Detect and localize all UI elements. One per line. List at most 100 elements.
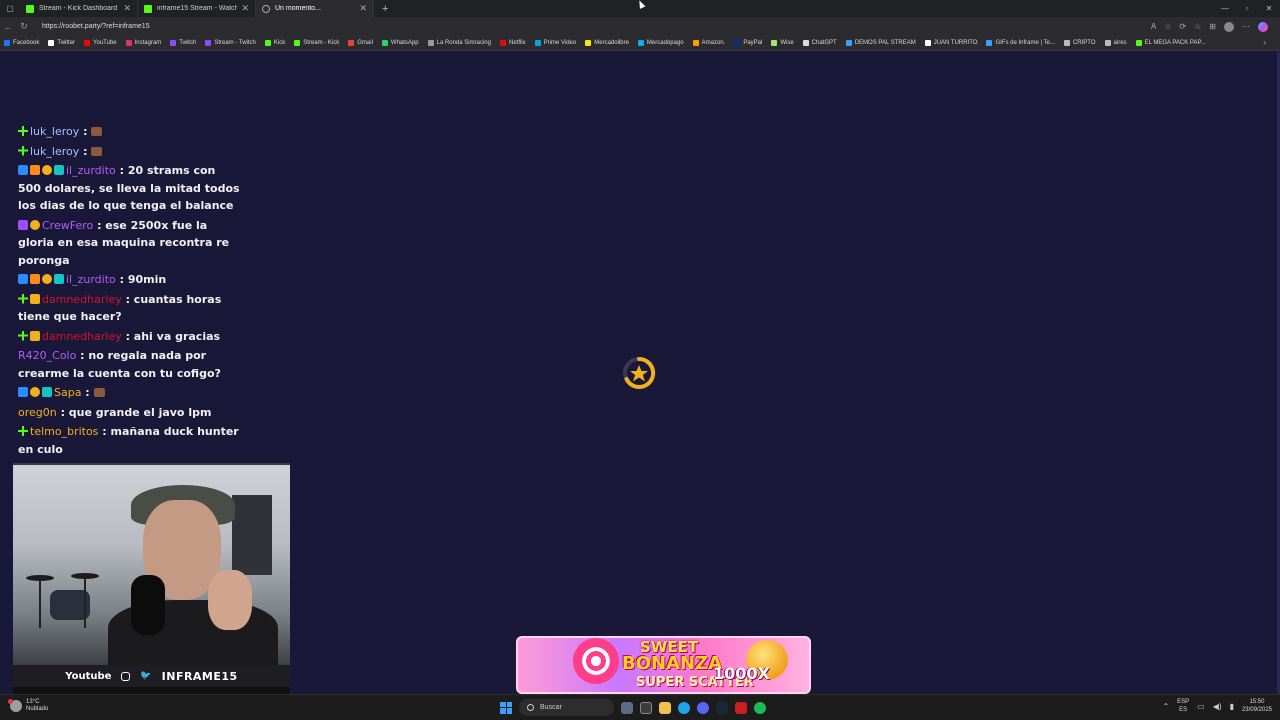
teal-badge-icon: [54, 165, 64, 175]
widgets-icon[interactable]: [621, 701, 633, 714]
bookmark-item[interactable]: Twitch: [170, 40, 196, 46]
bookmarks-overflow-icon[interactable]: ›: [1263, 38, 1266, 47]
language-indicator[interactable]: ESP ES: [1177, 698, 1189, 714]
read-aloud-icon[interactable]: A: [1151, 22, 1156, 31]
bookmark-item[interactable]: Stream - Kick: [294, 40, 339, 46]
bookmark-label: GIFs de Inframe | Te...: [995, 40, 1055, 46]
bookmark-item[interactable]: Netflix: [499, 40, 526, 46]
chat-message: il_zurdito : 20 strams con 500 dolares, …: [18, 162, 240, 215]
new-tab-button[interactable]: +: [382, 3, 388, 15]
favorite-star-icon[interactable]: ☆: [1164, 22, 1171, 31]
bookmark-item[interactable]: Prime Video: [534, 40, 576, 46]
chat-username[interactable]: telmo_britos: [30, 425, 98, 438]
bookmark-label: Netflix: [508, 40, 526, 46]
bookmark-item[interactable]: JUAN TURRITO: [924, 40, 978, 46]
bookmark-item[interactable]: Instagram: [125, 40, 161, 46]
tab-kick-dashboard[interactable]: Stream - Kick Dashboard ✕: [20, 0, 138, 17]
app-icon[interactable]: [735, 701, 747, 714]
bookmark-item[interactable]: Mercadolibre: [585, 40, 629, 46]
steam-icon[interactable]: [716, 701, 728, 714]
bookmark-favicon-icon: [125, 40, 132, 46]
bookmark-item[interactable]: WhatsApp: [381, 40, 419, 46]
bookmark-item[interactable]: La Ronda Simracing: [427, 40, 491, 46]
cloud-icon: [8, 699, 22, 712]
bookmark-item[interactable]: aires: [1104, 40, 1127, 46]
bookmark-item[interactable]: ChatGPT: [802, 40, 837, 46]
chat-message-cut: [18, 112, 240, 121]
chat-username[interactable]: Sapa: [54, 386, 81, 399]
chat-username[interactable]: R420_Colo: [18, 349, 76, 362]
bookmark-item[interactable]: GIFs de Inframe | Te...: [986, 40, 1055, 46]
bookmark-favicon-icon: [294, 40, 301, 46]
bookmark-label: JUAN TURRITO: [933, 40, 978, 46]
system-clock[interactable]: 15:50 23/09/2025: [1242, 698, 1272, 714]
bookmark-item[interactable]: Facebook: [4, 40, 39, 46]
minimize-icon[interactable]: —: [1214, 0, 1236, 17]
chat-username[interactable]: il_zurdito: [66, 164, 116, 177]
spotify-icon[interactable]: [754, 701, 766, 714]
twitter-icon: 🐦: [140, 671, 152, 681]
maximize-icon[interactable]: ▫: [1236, 0, 1258, 17]
windows-start-icon[interactable]: [500, 701, 512, 714]
chat-username[interactable]: il_zurdito: [66, 273, 116, 286]
bookmark-item[interactable]: CRIPTO: [1063, 40, 1096, 46]
webcam-background-window: [232, 495, 272, 575]
discord-icon[interactable]: [697, 701, 709, 714]
tab-actions-icon[interactable]: ▢: [0, 0, 20, 17]
tab-un-momento[interactable]: Un momento... ✕: [256, 0, 374, 17]
bookmark-item[interactable]: Kick: [264, 40, 285, 46]
bookmark-item[interactable]: Wise: [771, 40, 794, 46]
loading-spinner-icon: [623, 356, 656, 389]
chat-username[interactable]: damnedharley: [42, 330, 122, 343]
collections-icon[interactable]: ⊞: [1209, 22, 1216, 31]
bookmark-favicon-icon: [170, 40, 177, 46]
bookmark-favicon-icon: [924, 40, 931, 46]
bookmark-item[interactable]: Gmail: [348, 40, 373, 46]
bookmark-favicon-icon: [427, 40, 434, 46]
bookmark-item[interactable]: EL MEGA PACK PAP...: [1135, 40, 1206, 46]
chat-username[interactable]: CrewFero: [42, 219, 93, 232]
battery-icon[interactable]: ▮: [1230, 702, 1234, 711]
volume-icon[interactable]: ◀): [1213, 702, 1222, 711]
copilot-icon[interactable]: [1258, 21, 1268, 32]
globe-icon: [262, 4, 270, 13]
chat-username[interactable]: luk_leroy: [30, 125, 79, 138]
url-field[interactable]: https://roobet.party/?ref=inframe15: [42, 23, 1151, 30]
file-explorer-icon[interactable]: [659, 701, 671, 714]
bookmark-item[interactable]: YouTube: [84, 40, 117, 46]
bookmark-label: Stream - Kick: [303, 40, 340, 46]
task-view-icon[interactable]: [640, 701, 652, 714]
close-icon[interactable]: ✕: [123, 3, 131, 14]
chat-username[interactable]: damnedharley: [42, 293, 122, 306]
close-window-icon[interactable]: ✕: [1258, 0, 1280, 17]
bookmark-item[interactable]: Amazon.: [692, 40, 725, 46]
close-icon[interactable]: ✕: [241, 3, 249, 14]
back-icon[interactable]: ←: [0, 22, 16, 32]
stream-chat: luk_leroy : luk_leroy : il_zurdito : 20 …: [18, 112, 240, 460]
bookmark-item[interactable]: Stream - Twitch: [205, 40, 256, 46]
bookmark-item[interactable]: Mercadopago: [637, 40, 684, 46]
network-icon[interactable]: ▭: [1197, 702, 1205, 711]
bookmark-item[interactable]: Twitter: [48, 40, 75, 46]
weather-widget[interactable]: 13°C Nublado: [8, 699, 48, 713]
bookmark-item[interactable]: PayPal: [734, 40, 762, 46]
bookmark-label: Twitch: [179, 40, 197, 46]
bookmark-label: ChatGPT: [811, 40, 837, 46]
taskbar-search[interactable]: Buscar: [519, 699, 614, 716]
webcam-person-hand: [208, 570, 252, 630]
favorites-icon[interactable]: ☆: [1194, 22, 1201, 31]
bookmark-favicon-icon: [4, 40, 10, 46]
refresh-extension-icon[interactable]: ⟳: [1179, 22, 1186, 31]
reload-icon[interactable]: ↻: [16, 21, 32, 32]
close-icon[interactable]: ✕: [359, 3, 367, 14]
chat-separator: :: [115, 273, 128, 286]
edge-browser-icon[interactable]: [678, 701, 690, 714]
chat-username[interactable]: oreg0n: [18, 406, 57, 419]
chat-username[interactable]: luk_leroy: [30, 145, 79, 158]
bookmark-item[interactable]: DEMOS PAL STREAM: [845, 40, 916, 46]
chevron-up-icon[interactable]: ⌃: [1162, 702, 1169, 711]
profile-avatar[interactable]: [1224, 21, 1234, 32]
chat-message: damnedharley : cuantas horas tiene que h…: [18, 291, 240, 326]
tab-inframe15-stream[interactable]: inframe15 Stream - Watch Live o ✕: [138, 0, 256, 17]
more-menu-icon[interactable]: ⋯: [1242, 22, 1250, 31]
